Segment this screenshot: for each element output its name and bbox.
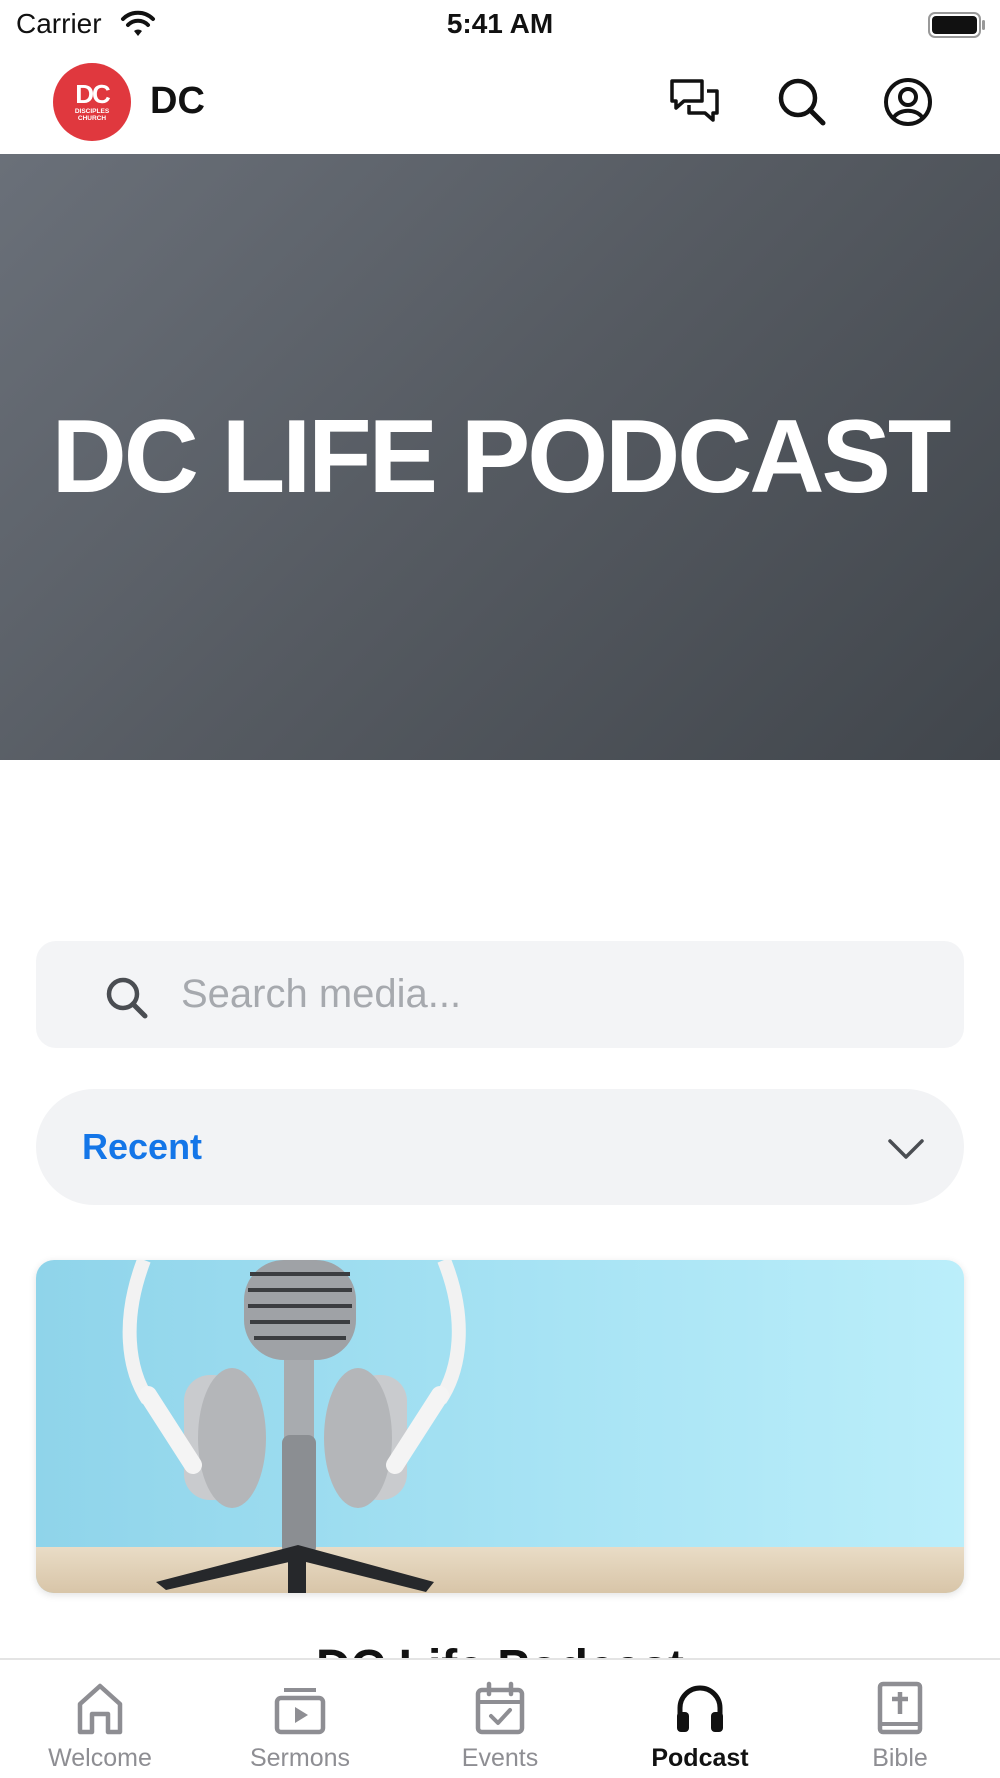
tab-label: Bible (872, 1744, 928, 1772)
tab-events[interactable]: Events (400, 1660, 600, 1778)
app-name: DC (150, 80, 205, 122)
chat-button[interactable] (668, 75, 722, 129)
bottom-tab-bar: Welcome Sermons Events Podcast Bible (0, 1658, 1000, 1778)
church-logo[interactable]: DC DISCIPLES CHURCH (53, 63, 131, 141)
home-icon (77, 1683, 123, 1735)
media-search[interactable] (36, 941, 964, 1048)
tab-welcome[interactable]: Welcome (0, 1660, 200, 1778)
bible-icon (877, 1681, 923, 1735)
profile-button[interactable] (881, 75, 935, 129)
search-input[interactable] (181, 961, 941, 1027)
tab-sermons[interactable]: Sermons (200, 1660, 400, 1778)
tab-label: Welcome (48, 1744, 152, 1772)
video-icon (274, 1688, 326, 1735)
battery-icon (928, 12, 985, 38)
search-icon (778, 78, 826, 126)
logo-monogram: DC (75, 79, 111, 109)
tab-label: Podcast (651, 1744, 749, 1772)
status-time: 5:41 AM (446, 8, 554, 39)
logo-subtext-1: DISCIPLES (74, 108, 110, 115)
header-search-button[interactable] (775, 75, 829, 129)
tab-label: Sermons (249, 1744, 351, 1772)
search-icon (106, 977, 148, 1019)
sort-selected-label: Recent (82, 1126, 203, 1167)
tab-label: Events (461, 1744, 539, 1772)
hero-banner: DC LIFE PODCAST (0, 154, 1000, 760)
chevron-down-icon (888, 1139, 924, 1159)
tab-bible[interactable]: Bible (800, 1660, 1000, 1778)
hero-title: DC LIFE PODCAST (51, 398, 952, 515)
logo-subtext-2: CHURCH (77, 115, 107, 122)
profile-icon (884, 78, 932, 126)
sort-dropdown[interactable]: Recent (36, 1089, 964, 1205)
app-header: DC DISCIPLES CHURCH DC (0, 52, 1000, 154)
podcast-cover-image (122, 1260, 466, 1593)
calendar-icon (475, 1681, 525, 1735)
tab-podcast[interactable]: Podcast (600, 1660, 800, 1778)
status-bar: Carrier 5:41 AM (0, 0, 1000, 50)
podcast-media-card[interactable] (36, 1260, 964, 1593)
headphones-icon (677, 1685, 723, 1732)
chat-icon (670, 79, 719, 122)
